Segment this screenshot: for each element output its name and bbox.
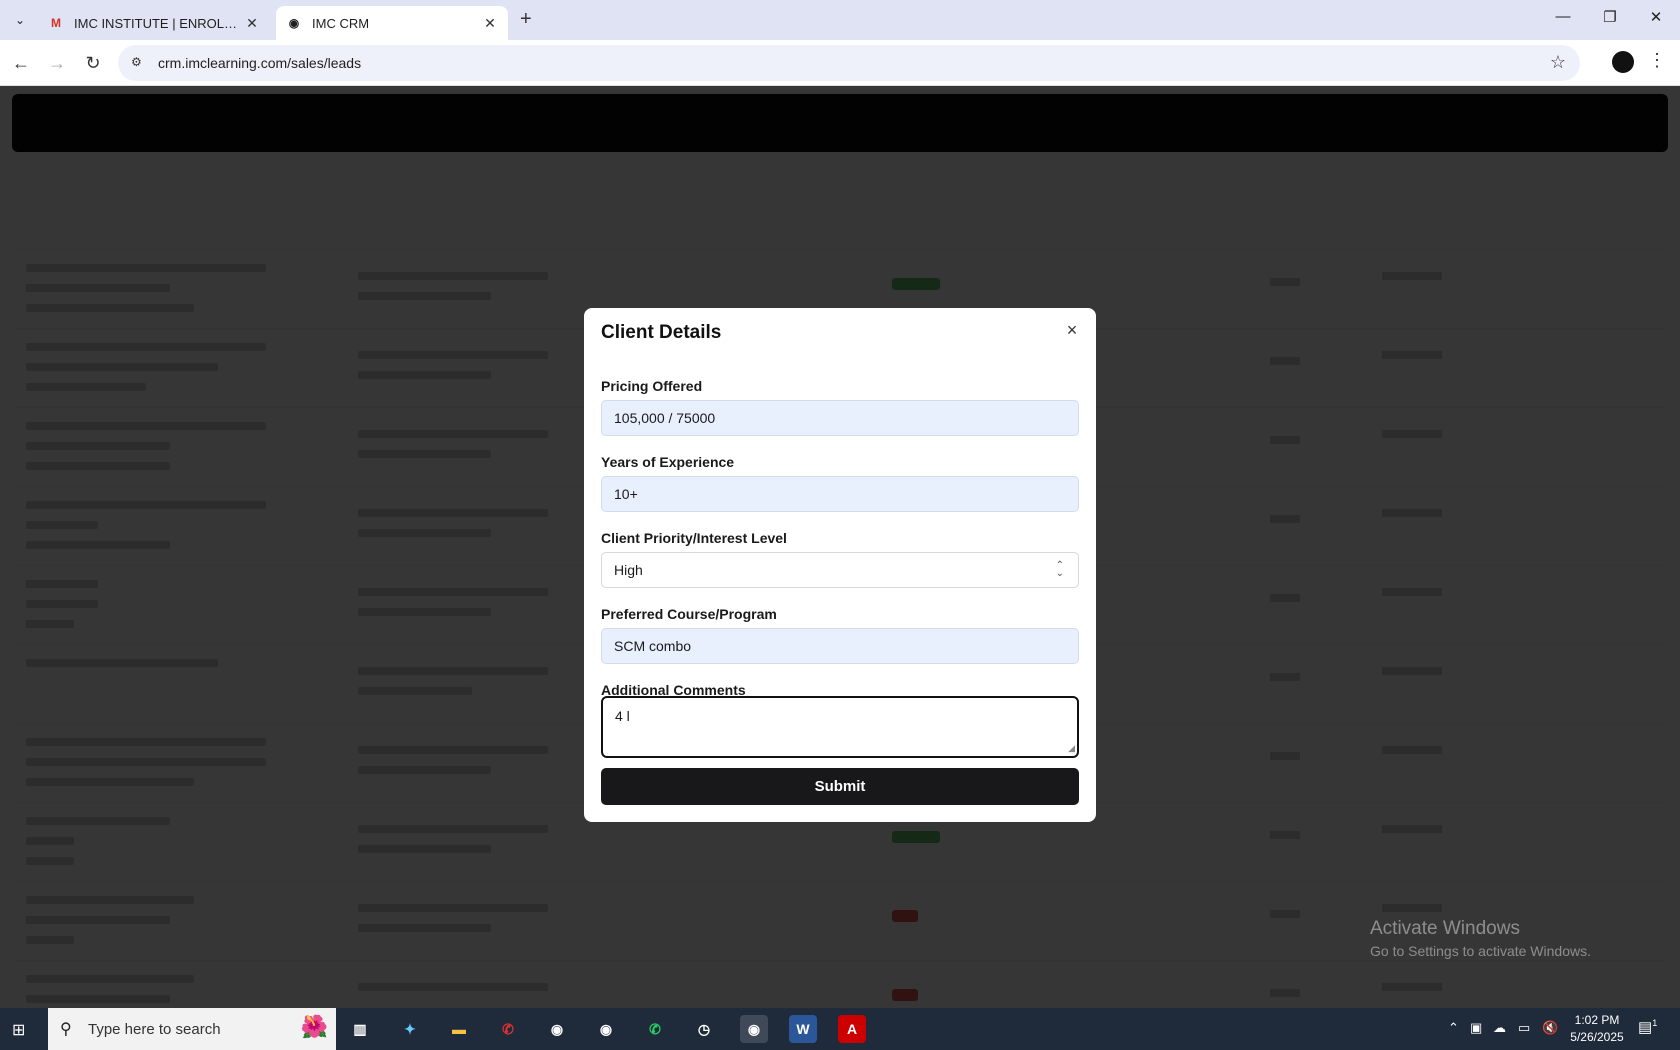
- close-tab-icon[interactable]: ✕: [244, 15, 260, 32]
- modal-title: Client Details: [601, 322, 722, 343]
- tab-search-icon[interactable]: ⌄: [10, 10, 30, 30]
- gmail-icon: M: [51, 16, 61, 30]
- network-icon[interactable]: ▭: [1518, 1020, 1530, 1036]
- pricing-label: Pricing Offered: [601, 378, 703, 394]
- activate-windows-title: Activate Windows: [1370, 918, 1520, 939]
- onedrive-icon[interactable]: ☁: [1493, 1020, 1506, 1036]
- close-tab-icon[interactable]: ✕: [482, 15, 498, 32]
- minimize-icon[interactable]: —: [1548, 8, 1578, 25]
- reload-icon[interactable]: ↻: [82, 52, 104, 74]
- new-tab-icon[interactable]: +: [520, 8, 540, 32]
- tab-enrollment[interactable]: M IMC INSTITUTE | ENROLLMENT ✕: [38, 6, 270, 40]
- experience-input[interactable]: 10+: [601, 476, 1079, 512]
- back-icon[interactable]: ←: [10, 52, 32, 74]
- app-icon[interactable]: ✆: [494, 1015, 522, 1043]
- chrome-active-icon[interactable]: ◉: [740, 1015, 768, 1043]
- taskbar-search-placeholder: Type here to search: [88, 1020, 221, 1038]
- resize-handle-icon[interactable]: ◢: [1068, 743, 1075, 754]
- windows-start-icon[interactable]: ⊞: [12, 1020, 32, 1040]
- search-icon: ⚲: [60, 1021, 72, 1038]
- whatsapp-icon[interactable]: ✆: [641, 1015, 669, 1043]
- priority-value: High: [614, 562, 643, 578]
- notification-count: 1: [1652, 1018, 1658, 1028]
- client-details-modal: Client Details × Pricing Offered 105,000…: [584, 308, 1096, 822]
- restore-icon[interactable]: ❐: [1595, 8, 1625, 26]
- profile-avatar[interactable]: [1612, 51, 1634, 73]
- chrome-profile-icon[interactable]: ◉: [592, 1015, 620, 1043]
- clock-date: 5/26/2025: [1570, 1030, 1624, 1044]
- tab-title: IMC CRM: [312, 15, 370, 31]
- search-highlight-icon: 🌺: [300, 1014, 328, 1039]
- activate-windows-subtitle: Go to Settings to activate Windows.: [1370, 943, 1591, 959]
- submit-button[interactable]: Submit: [601, 768, 1079, 805]
- course-value: SCM combo: [614, 638, 692, 654]
- acrobat-icon[interactable]: A: [838, 1015, 866, 1043]
- url-text: crm.imclearning.com/sales/leads: [158, 55, 362, 71]
- windows-taskbar: ⊞ ⚲ Type here to search 🌺 ▥ ✦ ▬ ✆ ◉ ◉ ✆ …: [0, 1008, 1680, 1050]
- browser-tab-bar: ⌄ M IMC INSTITUTE | ENROLLMENT ✕ ◉ IMC C…: [0, 0, 1680, 40]
- forward-icon[interactable]: →: [46, 52, 68, 74]
- notification-icon[interactable]: ▤1: [1638, 1018, 1657, 1036]
- tab-title: IMC INSTITUTE | ENROLLMENT: [74, 15, 244, 31]
- clock-app-icon[interactable]: ◷: [690, 1015, 718, 1043]
- chrome-icon[interactable]: ◉: [543, 1015, 571, 1043]
- comments-value: 4 l: [615, 708, 630, 724]
- course-input[interactable]: SCM combo: [601, 628, 1079, 664]
- copilot-icon[interactable]: ✦: [396, 1015, 424, 1043]
- course-label: Preferred Course/Program: [601, 606, 777, 622]
- taskbar-clock[interactable]: 1:02 PM 5/26/2025: [1562, 1012, 1632, 1046]
- task-view-icon[interactable]: ▥: [346, 1015, 374, 1043]
- priority-select[interactable]: High ⌃ ⌄: [601, 552, 1079, 588]
- select-chevron-icon: ⌃ ⌄: [1055, 560, 1064, 579]
- volume-mute-icon[interactable]: 🔇: [1542, 1020, 1558, 1036]
- taskbar-search-box[interactable]: ⚲ Type here to search 🌺: [48, 1008, 336, 1050]
- close-icon[interactable]: ×: [1062, 320, 1082, 340]
- address-bar[interactable]: ⚙ crm.imclearning.com/sales/leads ☆: [118, 45, 1580, 81]
- browser-toolbar: ← → ↻ ⚙ crm.imclearning.com/sales/leads …: [0, 40, 1680, 86]
- window-close-icon[interactable]: ✕: [1641, 8, 1671, 26]
- pricing-value: 105,000 / 75000: [614, 410, 716, 426]
- word-icon[interactable]: W: [789, 1015, 817, 1043]
- experience-label: Years of Experience: [601, 454, 735, 470]
- menu-kebab-icon[interactable]: ⋮: [1648, 50, 1666, 71]
- experience-value: 10+: [614, 486, 638, 502]
- clock-time: 1:02 PM: [1574, 1013, 1620, 1027]
- crm-favicon-icon: ◉: [288, 16, 300, 30]
- tray-chevron-icon[interactable]: ⌃: [1448, 1020, 1459, 1036]
- comments-textarea[interactable]: 4 l ◢: [601, 696, 1079, 758]
- pricing-input[interactable]: 105,000 / 75000: [601, 400, 1079, 436]
- tab-imc-crm[interactable]: ◉ IMC CRM ✕: [276, 6, 508, 40]
- bookmark-star-icon[interactable]: ☆: [1550, 52, 1566, 73]
- priority-label: Client Priority/Interest Level: [601, 530, 787, 546]
- file-explorer-icon[interactable]: ▬: [445, 1015, 473, 1043]
- site-info-icon[interactable]: ⚙: [131, 55, 147, 71]
- meet-icon[interactable]: ▣: [1470, 1020, 1482, 1036]
